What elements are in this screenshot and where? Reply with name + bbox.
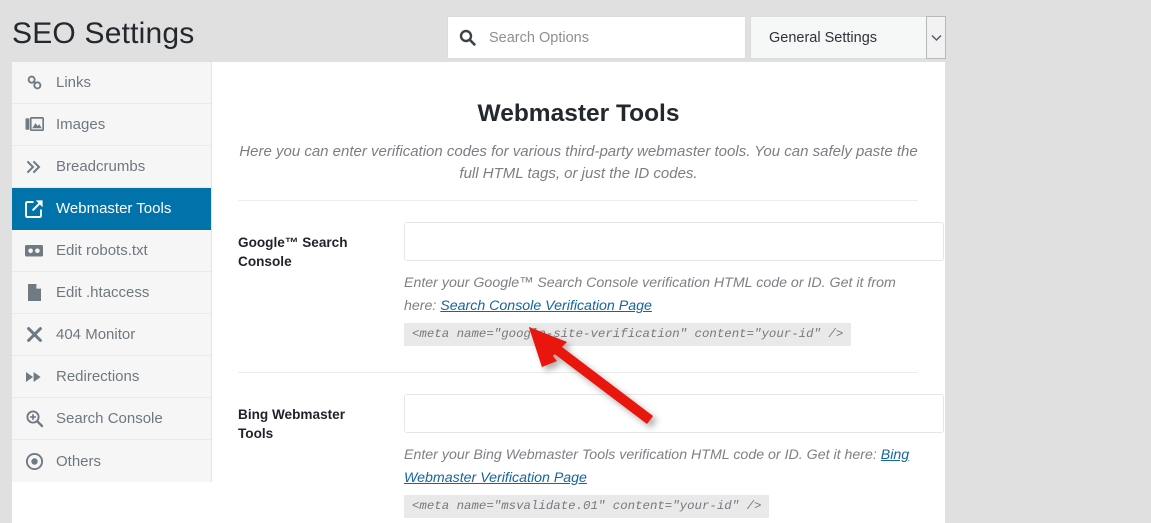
fast-forward-icon [12, 370, 56, 384]
divider-mid [238, 372, 918, 373]
sidebar-item-label: Edit .htaccess [56, 284, 150, 301]
search-box[interactable] [447, 16, 746, 59]
search-console-verification-link[interactable]: Search Console Verification Page [440, 298, 652, 314]
sidebar-item-label: Breadcrumbs [56, 158, 146, 175]
sidebar-item-links[interactable]: Links [12, 62, 211, 104]
search-input[interactable] [489, 29, 724, 46]
section-description: Here you can enter verification codes fo… [239, 143, 918, 182]
sidebar-item-edit-robots-txt[interactable]: Edit robots.txt [12, 230, 211, 272]
screen-root: SEO Settings General Settings [0, 0, 1151, 523]
sidebar-item-webmaster-tools[interactable]: Webmaster Tools [12, 188, 211, 230]
divider-top [238, 200, 918, 201]
field-control: Enter your Google™ Search Console verifi… [404, 222, 944, 346]
sidebar-item-search-console[interactable]: Search Console [12, 398, 211, 440]
sidebar-item-edit-htaccess[interactable]: Edit .htaccess [12, 272, 211, 314]
search-icon [459, 29, 489, 46]
page-title: SEO Settings [12, 17, 195, 50]
magnifier-plus-icon [12, 409, 56, 428]
settings-panel: Links Images Breadcrumbs Webmaster Tools… [12, 62, 945, 523]
field-control: Enter your Bing Webmaster Tools verifica… [404, 394, 944, 518]
sidebar-item-redirections[interactable]: Redirections [12, 356, 211, 398]
file-icon [12, 283, 56, 302]
sidebar-item-label: Search Console [56, 410, 163, 427]
google-search-console-code-snippet: <meta name="google-site-verification" co… [404, 323, 852, 346]
settings-select-value: General Settings [769, 29, 878, 46]
field-help-before: Enter your Bing Webmaster Tools verifica… [404, 447, 881, 463]
field-label: Google™ Search Console [238, 235, 348, 269]
settings-sidebar: Links Images Breadcrumbs Webmaster Tools… [12, 62, 212, 482]
field-label: Bing Webmaster Tools [238, 407, 346, 441]
images-icon [12, 116, 56, 133]
settings-select[interactable]: General Settings [750, 16, 946, 59]
bing-webmaster-code-snippet: <meta name="msvalidate.01" content="your… [404, 495, 770, 518]
sidebar-item-label: Others [56, 452, 102, 470]
double-chevron-right-icon [12, 159, 56, 175]
main-content: Webmaster Tools Here you can enter verif… [212, 62, 945, 523]
link-chain-icon [12, 73, 56, 92]
bing-webmaster-tools-input[interactable] [404, 394, 944, 433]
sidebar-item-label: Links [56, 74, 92, 91]
sidebar-item-images[interactable]: Images [12, 104, 211, 146]
sidebar-item-404-monitor[interactable]: 404 Monitor [12, 314, 211, 356]
sidebar-item-label: Webmaster Tools [56, 200, 172, 217]
section-title: Webmaster Tools [477, 100, 680, 127]
google-search-console-input[interactable] [404, 222, 944, 261]
sidebar-item-label: 404 Monitor [56, 326, 136, 343]
sidebar-item-label: Images [56, 116, 106, 133]
field-help-text: Enter your Bing Webmaster Tools verifica… [404, 444, 932, 490]
field-help-text: Enter your Google™ Search Console verifi… [404, 272, 932, 318]
sidebar-item-label: Redirections [56, 368, 140, 385]
external-link-icon [12, 199, 56, 219]
sidebar-item-breadcrumbs[interactable]: Breadcrumbs [12, 146, 211, 188]
close-x-icon [12, 326, 56, 343]
sidebar-item-others[interactable]: Others [12, 440, 211, 482]
sidebar-item-label: Edit robots.txt [56, 242, 148, 259]
target-dot-icon [12, 452, 56, 471]
robot-icon [12, 243, 56, 258]
chevron-down-icon[interactable] [926, 16, 946, 59]
